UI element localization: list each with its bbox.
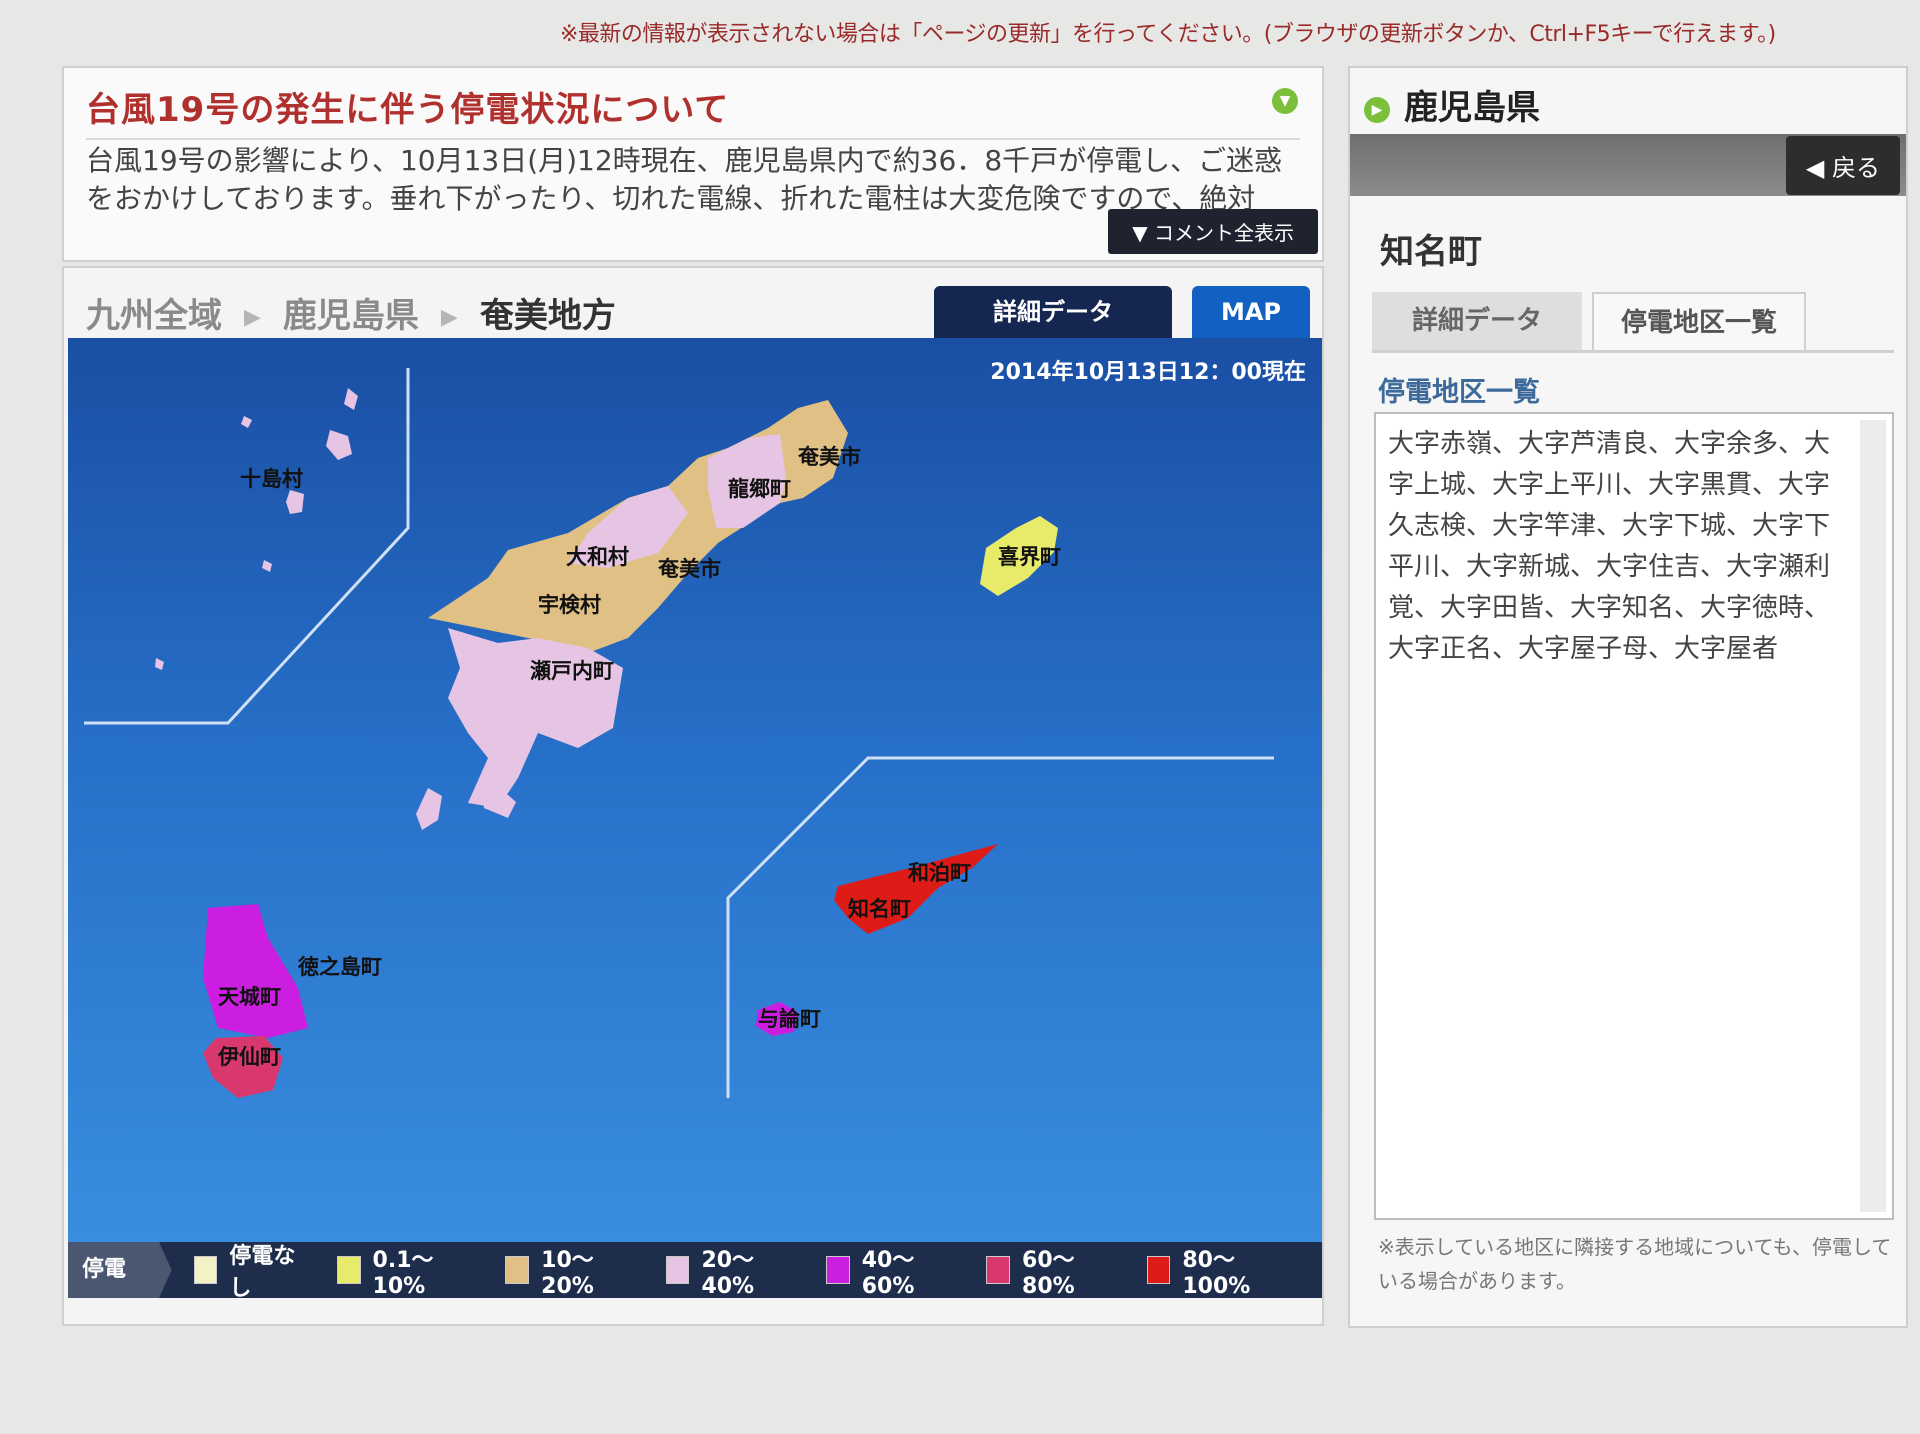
- map-label-amami-north: 奄美市: [798, 445, 861, 469]
- map-label-jittoson: 十島村: [240, 467, 303, 491]
- announcement-title: 台風19号の発生に伴う停電状況について: [86, 90, 730, 130]
- tab-map[interactable]: MAP: [1192, 286, 1310, 338]
- legend-item: 40〜60%: [825, 1242, 966, 1299]
- map-label-wadomari: 和泊町: [908, 861, 971, 885]
- map-label-isen: 伊仙町: [217, 1045, 281, 1069]
- map-label-amagi: 天城町: [218, 985, 281, 1009]
- legend-label: 60〜80%: [1022, 1247, 1075, 1299]
- bullet-icon: ▶: [1364, 96, 1390, 123]
- legend-item: 0.1〜10%: [336, 1242, 486, 1299]
- legend-swatch: [665, 1256, 690, 1284]
- legend-swatch: [336, 1256, 361, 1284]
- refresh-notice: ※最新の情報が表示されない場合は「ページの更新」を行ってください。(ブラウザの更…: [560, 22, 1776, 47]
- tab-detail-data[interactable]: 詳細データ: [934, 286, 1172, 338]
- region-setouchi: [448, 628, 623, 808]
- legend-label: 10〜20%: [541, 1247, 594, 1299]
- island-tokunoshima: [203, 904, 308, 1038]
- island-setouchi-1: [416, 788, 442, 830]
- legend-item: 停電なし: [193, 1238, 317, 1302]
- breadcrumb-amami: 奄美地方: [479, 296, 616, 336]
- map-label-tatsugo: 龍郷町: [728, 477, 791, 501]
- legend-swatch: [1146, 1256, 1171, 1284]
- legend-label: 80〜100%: [1182, 1247, 1251, 1299]
- chevron-right-icon: ▶: [244, 305, 261, 330]
- legend-item: 80〜100%: [1146, 1242, 1303, 1299]
- map-panel: 九州全域 ▶ 鹿児島県 ▶ 奄美地方 詳細データ MAP 十島村 奄美市 龍郷町…: [62, 266, 1324, 1326]
- tab-divider: [1372, 350, 1894, 353]
- legend-label: 40〜60%: [861, 1247, 915, 1299]
- legend-swatch: [505, 1256, 530, 1284]
- scrollbar[interactable]: [1860, 420, 1886, 1212]
- legend-swatch: [193, 1256, 218, 1284]
- legend-label: 0.1〜10%: [372, 1247, 434, 1299]
- announcement-body: 台風19号の影響により、10月13日(月)12時現在、鹿児島県内で約36．8千戸…: [86, 144, 1283, 215]
- map-label-yoron: 与論町: [758, 1007, 821, 1031]
- island-jittoson-3: [326, 430, 352, 460]
- outage-map[interactable]: 十島村 奄美市 龍郷町 大和村 奄美市 宇検村 瀬戸内町 喜界町 徳之島町 天城…: [68, 338, 1322, 1268]
- collapse-toggle-icon[interactable]: ▼: [1272, 88, 1298, 114]
- legend-swatch: [825, 1256, 850, 1284]
- legend-item: 20〜40%: [665, 1242, 806, 1299]
- map-label-tokunoshima: 徳之島町: [297, 955, 382, 979]
- legend-label: 20〜40%: [701, 1247, 755, 1299]
- back-button[interactable]: ◀ 戻る: [1785, 136, 1900, 195]
- island-jittoson-1: [344, 388, 358, 410]
- chevron-right-icon: ▶: [440, 305, 458, 330]
- panel-heading-text: 鹿児島県: [1404, 88, 1540, 128]
- breadcrumb-kyushu[interactable]: 九州全域: [86, 296, 222, 336]
- map-timestamp: 2014年10月13日12：00現在: [990, 360, 1306, 385]
- announcement-panel: 台風19号の発生に伴う停電状況について ▼ 台風19号の影響により、10月13日…: [62, 66, 1324, 262]
- tab-outage-list[interactable]: 停電地区一覧: [1592, 292, 1806, 352]
- show-all-comments-button[interactable]: ▼ コメント全表示: [1108, 209, 1318, 254]
- legend: 停電率 停電なし 0.1〜10% 10〜20% 20〜40% 40〜60% 60…: [68, 1242, 1322, 1301]
- outage-list-title: 停電地区一覧: [1378, 377, 1540, 408]
- breadcrumb-kagoshima[interactable]: 鹿児島県: [283, 296, 419, 336]
- legend-item: 60〜80%: [986, 1242, 1126, 1299]
- island-jittoson-2: [241, 416, 252, 428]
- breadcrumb: 九州全域 ▶ 鹿児島県 ▶ 奄美地方: [86, 288, 616, 337]
- map-label-setouchi: 瀬戸内町: [530, 659, 614, 683]
- island-jittoson-5: [262, 560, 272, 572]
- island-jittoson-4: [286, 490, 304, 514]
- tab-detail[interactable]: 詳細データ: [1372, 292, 1582, 350]
- map-label-amami-south: 奄美市: [658, 557, 721, 581]
- footnote: ※表示している地区に隣接する地域についても、停電している場合があります。: [1378, 1235, 1892, 1293]
- legend-label: 停電なし: [229, 1244, 296, 1301]
- outage-area-text: 大字赤嶺、大字芦清良、大字余多、大字上城、大字上平川、大字黒貫、大字久志検、大字…: [1388, 429, 1831, 664]
- map-label-china: 知名町: [848, 897, 911, 921]
- map-label-uken: 宇検村: [538, 593, 601, 617]
- town-name: 知名町: [1380, 232, 1482, 272]
- island-jittoson-6: [155, 658, 164, 670]
- detail-panel: ▶ 鹿児島県 ◀ 戻る 知名町 詳細データ 停電地区一覧 停電地区一覧 大字赤嶺、…: [1348, 66, 1908, 1328]
- inset-frame-south: [726, 756, 1274, 1098]
- map-svg: 十島村 奄美市 龍郷町 大和村 奄美市 宇検村 瀬戸内町 喜界町 徳之島町 天城…: [84, 368, 1274, 1098]
- panel-heading: ▶ 鹿児島県: [1364, 80, 1540, 129]
- divider: [86, 138, 1300, 140]
- map-label-kikai: 喜界町: [998, 545, 1061, 569]
- legend-title: 停電率: [68, 1242, 172, 1298]
- outage-area-list[interactable]: 大字赤嶺、大字芦清良、大字余多、大字上城、大字上平川、大字黒貫、大字久志検、大字…: [1374, 412, 1894, 1220]
- map-label-yamato: 大和村: [566, 545, 629, 569]
- legend-swatch: [986, 1256, 1011, 1284]
- legend-item: 10〜20%: [505, 1242, 645, 1299]
